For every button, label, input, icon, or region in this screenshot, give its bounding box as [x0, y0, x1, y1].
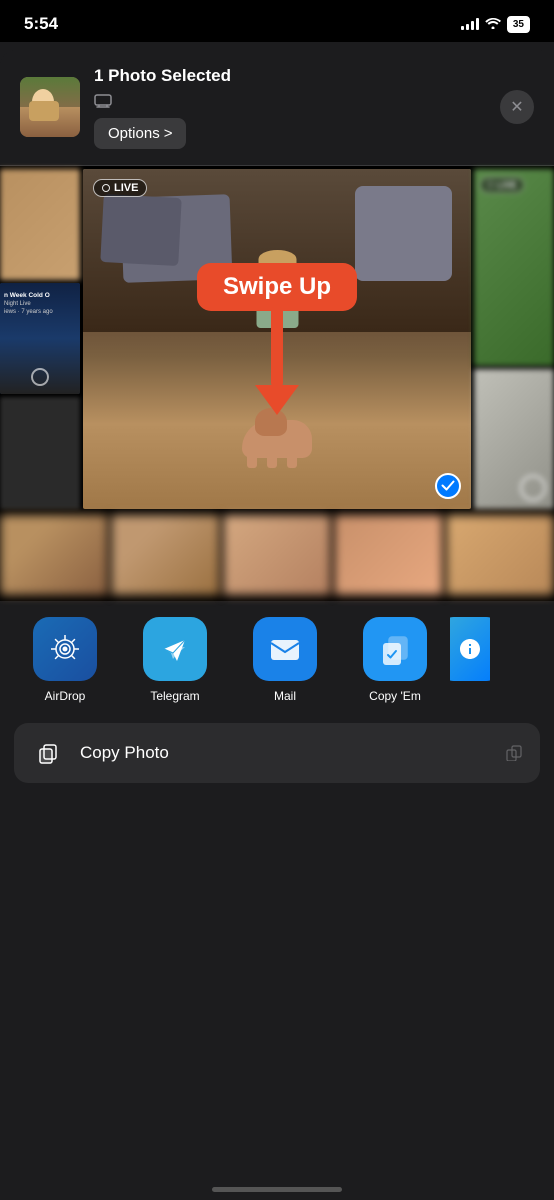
copy-photo-action[interactable]: Copy Photo — [14, 723, 540, 783]
photo-cell-right-bot[interactable] — [474, 369, 554, 509]
right-photo-column: LIVE — [474, 169, 554, 509]
action-row: Copy Photo — [14, 723, 540, 783]
photo-selection-circle-right[interactable] — [520, 475, 546, 501]
status-icons: 35 — [461, 16, 530, 33]
photo-cell-right-top[interactable]: LIVE — [474, 169, 554, 366]
strip-photo-2[interactable] — [111, 515, 219, 595]
home-indicator — [212, 1187, 342, 1192]
app-partial[interactable] — [450, 617, 490, 703]
copyem-icon — [363, 617, 427, 681]
airdrop-label: AirDrop — [45, 689, 86, 703]
header-info: 1 Photo Selected Options > — [94, 66, 486, 149]
live-badge: LIVE — [93, 179, 147, 197]
app-mail[interactable]: Mail — [230, 617, 340, 703]
photo-grid: n Week Cold O Night Live iews · 7 years … — [0, 166, 554, 512]
wifi-icon — [485, 16, 501, 32]
unselect-circle[interactable] — [31, 368, 49, 386]
share-header: 1 Photo Selected Options > ✕ — [0, 50, 554, 165]
photo-selection-checkmark[interactable] — [435, 473, 461, 499]
partial-app-icon — [450, 617, 490, 681]
main-photo-cell[interactable]: LIVE Swipe Up — [83, 169, 471, 509]
telegram-label: Telegram — [150, 689, 199, 703]
signal-icon — [461, 18, 479, 30]
copyem-label: Copy 'Em — [369, 689, 421, 703]
close-button[interactable]: ✕ — [500, 90, 534, 124]
header-subtitle — [94, 92, 486, 108]
app-copyem[interactable]: Copy 'Em — [340, 617, 450, 703]
status-time: 5:54 — [24, 14, 58, 34]
app-telegram[interactable]: Telegram — [120, 617, 230, 703]
copy-action-icon-right — [506, 745, 522, 761]
left-photo-column: n Week Cold O Night Live iews · 7 years … — [0, 169, 80, 509]
strip-photo-5[interactable] — [446, 515, 554, 595]
telegram-icon — [143, 617, 207, 681]
mail-label: Mail — [274, 689, 296, 703]
copy-photo-icon — [32, 737, 64, 769]
selected-photo-thumbnail — [20, 77, 80, 137]
header-title: 1 Photo Selected — [94, 66, 486, 86]
strip-photo-1[interactable] — [0, 515, 108, 595]
options-button[interactable]: Options > — [94, 118, 186, 149]
strip-photo-4[interactable] — [334, 515, 442, 595]
photo-cell-left-top[interactable] — [0, 169, 80, 280]
status-bar: 5:54 35 — [0, 0, 554, 42]
app-airdrop[interactable]: AirDrop — [10, 617, 120, 703]
photo-cell-left-mid[interactable]: n Week Cold O Night Live iews · 7 years … — [0, 283, 80, 394]
app-share-row: AirDrop Telegram Mail — [0, 601, 554, 719]
photo-cell-left-bot[interactable] — [0, 397, 80, 508]
copy-photo-label: Copy Photo — [80, 743, 490, 763]
battery-indicator: 35 — [507, 16, 530, 33]
strip-photo-3[interactable] — [223, 515, 331, 595]
share-sheet: 1 Photo Selected Options > ✕ — [0, 50, 554, 1200]
airdrop-icon — [33, 617, 97, 681]
photo-strip — [0, 512, 554, 601]
mail-icon — [253, 617, 317, 681]
